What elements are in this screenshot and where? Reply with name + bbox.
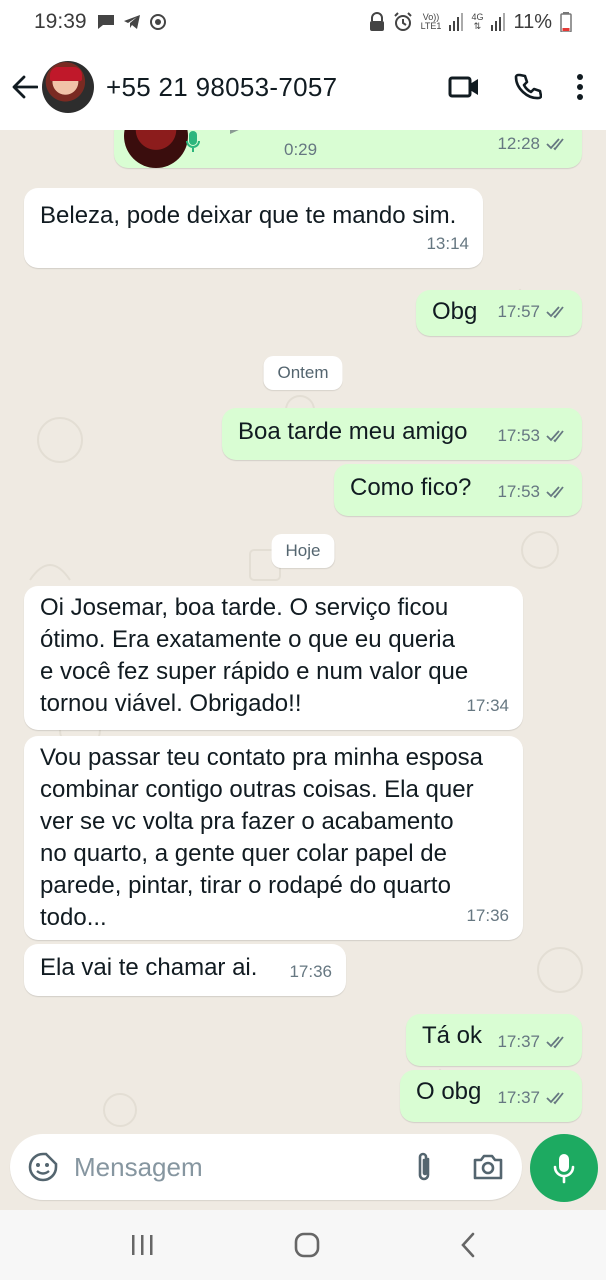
message-in[interactable]: Oi Josemar, boa tarde. O serviço ficou ó… <box>24 586 523 730</box>
message-text: Beleza, pode deixar que te mando sim. <box>40 202 457 229</box>
message-time: 17:36 <box>289 962 332 981</box>
alarm-icon <box>393 12 412 31</box>
message-input-container[interactable]: Mensagem <box>10 1134 522 1200</box>
attach-icon[interactable] <box>414 1151 434 1183</box>
home-icon[interactable] <box>294 1232 320 1258</box>
date-chip-yesterday: Ontem <box>263 356 343 390</box>
input-actions <box>414 1151 504 1183</box>
message-time: 17:53 <box>497 482 540 501</box>
recent-apps-icon[interactable] <box>130 1234 154 1256</box>
message-in[interactable]: Vou passar teu contato pra minha esposa … <box>24 736 523 940</box>
microphone-icon <box>553 1154 575 1184</box>
message-out[interactable]: Como fico? 17:53 <box>334 464 582 516</box>
message-text: Obg <box>432 298 478 325</box>
more-vert-icon[interactable] <box>576 74 584 100</box>
message-meta: 13:14 <box>426 228 469 260</box>
double-check-icon <box>546 1036 564 1049</box>
double-check-icon <box>546 430 564 443</box>
back-button[interactable] <box>10 72 40 102</box>
message-text: Oi Josemar, boa tarde. O serviço ficou ó… <box>40 594 469 717</box>
message-meta: 17:36 <box>466 900 509 932</box>
message-meta: 17:36 <box>289 956 332 988</box>
voice-duration: 0:29 <box>284 140 318 159</box>
message-text: O obg <box>416 1078 482 1105</box>
message-text: Ela vai te chamar ai. <box>40 954 258 981</box>
message-time: 17:57 <box>497 302 540 321</box>
message-time: 17:34 <box>466 696 509 715</box>
system-icons: Vo)) LTE1 4G ⇅ 11% <box>369 11 572 34</box>
battery-icon <box>560 12 572 32</box>
message-time: 13:14 <box>426 234 469 253</box>
message-text: Boa tarde meu amigo <box>238 418 468 445</box>
signal-icon-2 <box>491 13 506 31</box>
status-bar: 19:39 Vo)) LTE1 4G ⇅ 11% <box>0 0 606 44</box>
avatar[interactable] <box>42 61 94 113</box>
message-meta: 17:53 <box>497 420 568 452</box>
clock: 19:39 <box>34 10 87 33</box>
message-meta: 17:37 <box>497 1026 568 1058</box>
signal-icon <box>449 13 464 31</box>
double-check-icon <box>546 138 564 151</box>
notification-icons <box>97 13 167 31</box>
message-input[interactable]: Mensagem <box>74 1152 203 1183</box>
message-in[interactable]: Ela vai te chamar ai. 17:36 <box>24 944 346 996</box>
message-meta: 12:28 <box>497 130 568 160</box>
message-time: 17:37 <box>497 1032 540 1051</box>
message-meta: 17:37 <box>497 1082 568 1114</box>
message-time: 17:36 <box>466 906 509 925</box>
date-chip-today: Hoje <box>271 534 335 568</box>
camera-icon[interactable] <box>472 1153 504 1181</box>
system-nav-bar <box>0 1210 606 1280</box>
volte-indicator: Vo)) LTE1 <box>420 12 442 31</box>
chat-area[interactable]: 0:29 12:28 Beleza, pode deixar que te ma… <box>0 130 606 1132</box>
voice-message[interactable]: 0:29 12:28 <box>114 130 582 168</box>
lock-icon <box>369 12 384 31</box>
message-text: Tá ok <box>422 1022 483 1049</box>
message-out[interactable]: O obg 17:37 <box>400 1070 582 1122</box>
battery-percent: 11% <box>513 10 552 33</box>
header-actions <box>448 73 606 101</box>
app-notification-icon <box>149 14 166 30</box>
telegram-icon <box>123 15 140 29</box>
message-out[interactable]: Boa tarde meu amigo 17:53 <box>222 408 582 460</box>
message-meta: 17:53 <box>497 476 568 508</box>
play-icon[interactable] <box>226 130 254 134</box>
back-nav-icon[interactable] <box>460 1232 476 1258</box>
message-time: 17:53 <box>497 426 540 445</box>
double-check-icon <box>546 306 564 319</box>
message-meta: 17:34 <box>466 690 509 722</box>
message-meta: 17:57 <box>497 296 568 328</box>
emoji-icon[interactable] <box>28 1152 58 1182</box>
back-arrow-icon <box>12 75 38 99</box>
phone-icon[interactable] <box>514 73 542 101</box>
message-text: Como fico? <box>350 474 472 501</box>
message-in[interactable]: Beleza, pode deixar que te mando sim. 13… <box>24 188 483 268</box>
message-notification-icon <box>97 15 114 29</box>
double-check-icon <box>546 1092 564 1105</box>
mic-small-icon <box>186 131 200 152</box>
message-time: 17:37 <box>497 1088 540 1107</box>
message-text: Vou passar teu contato pra minha esposa … <box>40 744 483 931</box>
composer: Mensagem <box>0 1132 606 1210</box>
message-out[interactable]: Tá ok 17:37 <box>406 1014 582 1066</box>
chat-header: +55 21 98053-7057 <box>0 44 606 130</box>
voice-record-button[interactable] <box>530 1134 598 1202</box>
message-time: 12:28 <box>497 134 540 153</box>
data-indicator: 4G ⇅ <box>471 12 484 31</box>
video-call-icon[interactable] <box>448 75 480 99</box>
voice-avatar <box>124 130 188 168</box>
message-out[interactable]: Obg 17:57 <box>416 290 582 336</box>
contact-name[interactable]: +55 21 98053-7057 <box>106 72 337 103</box>
double-check-icon <box>546 486 564 499</box>
